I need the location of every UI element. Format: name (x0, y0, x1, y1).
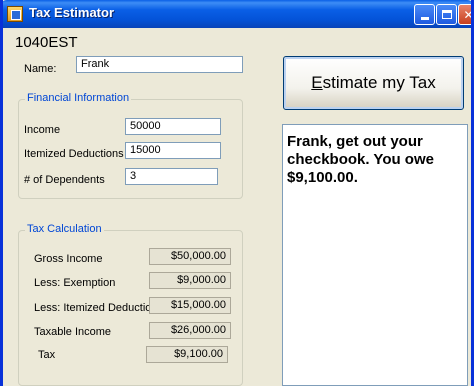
tax-label: Tax (38, 349, 56, 361)
maximize-icon (441, 10, 452, 19)
less-itemized-label: Less: Itemized Deductions (34, 302, 164, 314)
estimate-tax-button[interactable]: Estimate my Tax (283, 56, 464, 110)
title-bar[interactable]: Tax Estimator ✕ (3, 0, 474, 28)
estimate-button-label: stimate my Tax (322, 73, 436, 92)
tax-value: $9,100.00 (146, 346, 228, 363)
close-button[interactable]: ✕ (458, 4, 474, 25)
income-input[interactable]: 50000 (125, 118, 221, 135)
less-itemized-value: $15,000.00 (149, 297, 231, 314)
minimize-icon (420, 17, 429, 20)
app-icon (7, 6, 23, 22)
exemption-value: $9,000.00 (149, 272, 231, 289)
taxable-income-value: $26,000.00 (149, 322, 231, 339)
itemized-deductions-label: Itemized Deductions (24, 148, 124, 160)
taxable-income-label: Taxable Income (34, 326, 112, 338)
window-title: Tax Estimator (29, 5, 115, 20)
income-label: Income (24, 124, 61, 136)
app-window: Tax Estimator ✕ 1040EST Name: Frank Fina… (0, 0, 474, 386)
dependents-input[interactable]: 3 (125, 168, 218, 185)
result-textbox[interactable]: Frank, get out your checkbook. You owe $… (282, 124, 468, 386)
itemized-deductions-input[interactable]: 15000 (125, 142, 221, 159)
minimize-button[interactable] (414, 4, 435, 25)
name-label: Name: (24, 63, 57, 75)
name-input[interactable]: Frank (76, 56, 243, 73)
close-icon: ✕ (463, 7, 474, 22)
maximize-button[interactable] (436, 4, 457, 25)
exemption-label: Less: Exemption (34, 277, 116, 289)
dependents-label: # of Dependents (24, 174, 105, 186)
tax-calculation-title: Tax Calculation (25, 223, 104, 235)
estimate-button-mnemonic: E (311, 73, 323, 92)
gross-income-label: Gross Income (34, 253, 103, 265)
financial-info-title: Financial Information (25, 92, 132, 104)
form-heading: 1040EST (15, 34, 78, 51)
gross-income-value: $50,000.00 (149, 248, 231, 265)
